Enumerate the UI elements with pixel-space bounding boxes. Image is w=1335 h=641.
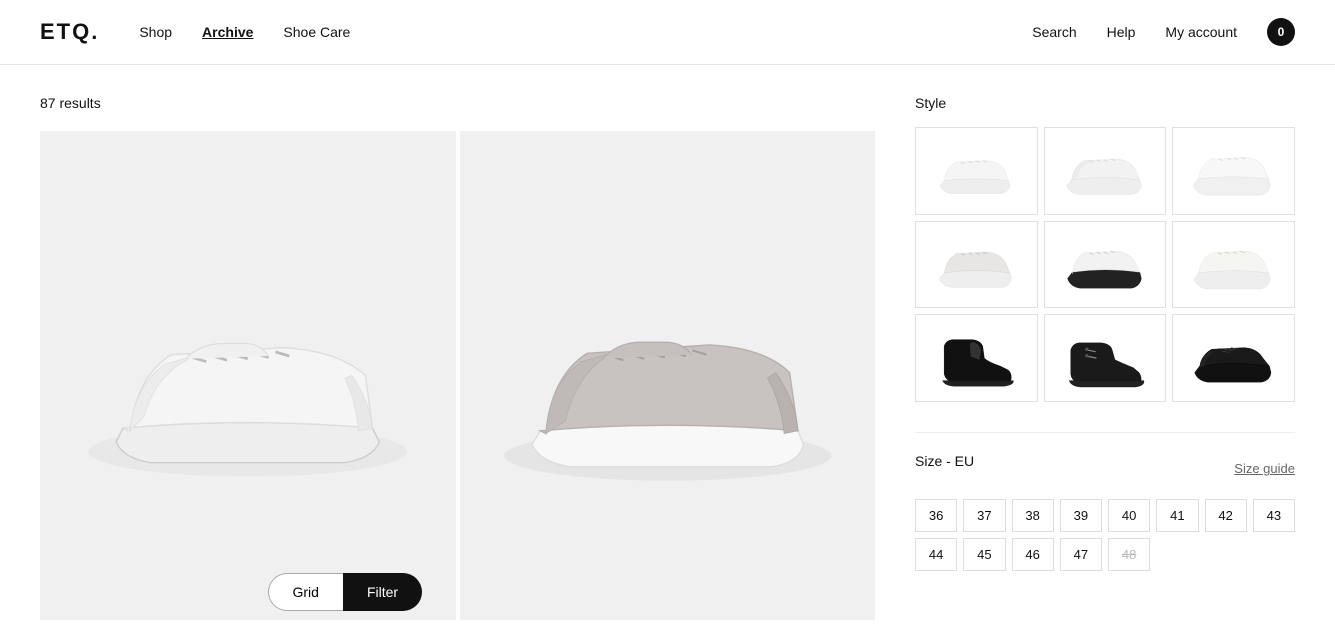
style-card-7[interactable] — [915, 314, 1038, 402]
style-card-2[interactable] — [1044, 127, 1167, 215]
size-btn-48: 48 — [1108, 538, 1150, 571]
size-btn-41[interactable]: 41 — [1156, 499, 1198, 532]
header: ETQ. Shop Archive Shoe Care Search Help … — [0, 0, 1335, 65]
product-image-2 — [460, 131, 876, 620]
size-btn-37[interactable]: 37 — [963, 499, 1005, 532]
size-btn-42[interactable]: 42 — [1205, 499, 1247, 532]
style-card-image-9 — [1182, 326, 1285, 390]
style-card-8[interactable] — [1044, 314, 1167, 402]
header-right: Search Help My account 0 — [1032, 18, 1295, 46]
main-nav: Shop Archive Shoe Care — [139, 24, 350, 40]
product-grid — [40, 131, 875, 620]
divider — [915, 432, 1295, 433]
style-card-image-8 — [1054, 326, 1157, 390]
size-btn-39[interactable]: 39 — [1060, 499, 1102, 532]
cart-button[interactable]: 0 — [1267, 18, 1295, 46]
size-btn-47[interactable]: 47 — [1060, 538, 1102, 571]
my-account-button[interactable]: My account — [1165, 24, 1237, 40]
style-card-image-4 — [925, 232, 1028, 296]
style-card-1[interactable] — [915, 127, 1038, 215]
style-card-5[interactable] — [1044, 221, 1167, 309]
style-card-4[interactable] — [915, 221, 1038, 309]
product-image-1 — [40, 131, 456, 620]
nav-archive[interactable]: Archive — [202, 24, 253, 40]
size-btn-40[interactable]: 40 — [1108, 499, 1150, 532]
header-left: ETQ. Shop Archive Shoe Care — [40, 19, 350, 45]
sidebar-filters: Style — [915, 65, 1295, 620]
size-btn-38[interactable]: 38 — [1012, 499, 1054, 532]
size-filter-title: Size - EU — [915, 453, 974, 469]
size-btn-43[interactable]: 43 — [1253, 499, 1295, 532]
main-content: 87 results — [0, 65, 1335, 620]
style-filter-section: Style — [915, 95, 1295, 402]
grid-view-button[interactable]: Grid — [268, 573, 343, 611]
size-btn-45[interactable]: 45 — [963, 538, 1005, 571]
product-card-2[interactable] — [460, 131, 876, 620]
size-grid: 3637383940414243 4445464748 — [915, 499, 1295, 571]
style-card-6[interactable] — [1172, 221, 1295, 309]
style-filter-title: Style — [915, 95, 1295, 111]
style-card-image-3 — [1182, 139, 1285, 203]
help-button[interactable]: Help — [1107, 24, 1136, 40]
product-card-1[interactable] — [40, 131, 456, 620]
style-card-image-2 — [1054, 139, 1157, 203]
filter-bar: Grid Filter — [268, 573, 423, 611]
size-section-header: Size - EU Size guide — [915, 453, 1295, 485]
search-button[interactable]: Search — [1032, 24, 1076, 40]
logo[interactable]: ETQ. — [40, 19, 99, 45]
filter-button[interactable]: Filter — [343, 573, 422, 611]
nav-shoe-care[interactable]: Shoe Care — [283, 24, 350, 40]
style-card-image-7 — [925, 326, 1028, 390]
size-guide-link[interactable]: Size guide — [1234, 461, 1295, 476]
style-card-9[interactable] — [1172, 314, 1295, 402]
nav-shop[interactable]: Shop — [139, 24, 172, 40]
size-btn-46[interactable]: 46 — [1012, 538, 1054, 571]
style-card-3[interactable] — [1172, 127, 1295, 215]
style-card-image-6 — [1182, 232, 1285, 296]
size-btn-36[interactable]: 36 — [915, 499, 957, 532]
style-card-image-1 — [925, 139, 1028, 203]
style-card-image-5 — [1054, 232, 1157, 296]
size-filter-section: Size - EU Size guide 3637383940414243444… — [915, 453, 1295, 571]
results-count: 87 results — [40, 95, 875, 111]
size-btn-44[interactable]: 44 — [915, 538, 957, 571]
style-grid — [915, 127, 1295, 402]
product-area: 87 results — [40, 65, 915, 620]
